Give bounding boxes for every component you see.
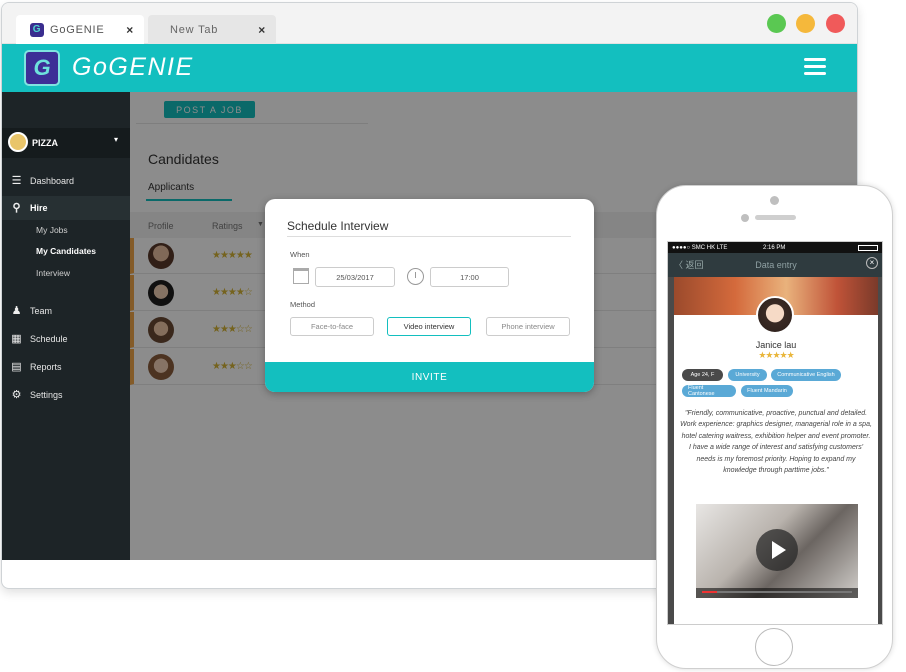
close-dot[interactable] [826, 14, 845, 33]
method-label: Method [290, 300, 316, 309]
org-avatar [8, 132, 28, 152]
sidebar-item-schedule[interactable]: ▦ Schedule [2, 327, 130, 351]
time-field[interactable]: 17:00 [430, 267, 509, 287]
stage: G GoGENIE × New Tab × G GoGENIE PIZZA ▾ [0, 0, 906, 672]
video-controls[interactable] [696, 588, 858, 598]
clock-icon[interactable] [407, 268, 424, 285]
phone-camera [741, 214, 749, 222]
method-phone-interview-button[interactable]: Phone interview [486, 317, 570, 336]
sidebar-item-hire[interactable]: ⚲ Hire [2, 196, 130, 220]
sidebar-item-label: My Jobs [36, 225, 68, 235]
close-icon[interactable]: × [866, 257, 878, 269]
org-name: PIZZA [32, 138, 58, 148]
nav-title: Data entry [755, 260, 797, 270]
minimize-dot[interactable] [767, 14, 786, 33]
sidebar-item-label: Team [30, 306, 53, 316]
tab-bar: G GoGENIE × New Tab × [2, 3, 857, 44]
reports-icon: ▤ [11, 361, 22, 373]
sidebar-item-label: Settings [30, 390, 63, 400]
phone-mockup: ●●●●○ SMC HK LTE 2:16 PM 〈 返回 Data entry… [656, 185, 893, 669]
phone-screen: ●●●●○ SMC HK LTE 2:16 PM 〈 返回 Data entry… [667, 241, 883, 625]
date-field[interactable]: 25/03/2017 [315, 267, 395, 287]
tag-mandarin: Fluent Mandarin [741, 385, 793, 397]
sidebar-item-label: Reports [30, 362, 62, 372]
tag-cantonese: Fluent Cantonese [682, 385, 736, 397]
tab-gogenie[interactable]: G GoGENIE × [16, 15, 144, 44]
app-header: G GoGENIE [2, 44, 857, 92]
hamburger-icon[interactable] [804, 58, 826, 76]
org-selector[interactable]: PIZZA ▾ [2, 128, 130, 158]
battery-icon [858, 244, 878, 251]
phone-sensor [770, 196, 779, 205]
close-tab-icon[interactable]: × [126, 23, 134, 37]
calendar-icon[interactable] [293, 268, 309, 284]
sidebar-item-label: Schedule [30, 334, 68, 344]
phone-speaker [755, 215, 796, 220]
rating-stars: ★★★★★ [758, 350, 794, 360]
team-icon: ♟ [11, 305, 22, 317]
status-bar: ●●●●○ SMC HK LTE 2:16 PM [668, 242, 882, 253]
gogenie-logo-icon: G [24, 50, 60, 86]
sidebar-item-interview[interactable]: Interview [2, 261, 130, 285]
sidebar-item-team[interactable]: ♟ Team [2, 299, 130, 323]
sidebar: PIZZA ▾ ☰ Dashboard ⚲ Hire My Jobs My Ca… [2, 92, 130, 560]
phone-nav-bar: 〈 返回 Data entry × [668, 253, 882, 277]
calendar-icon: ▦ [11, 333, 22, 345]
sidebar-item-label: Interview [36, 268, 71, 278]
home-button[interactable] [755, 628, 793, 666]
brand-name: GoGENIE [72, 53, 194, 81]
sidebar-item-label: Hire [30, 203, 48, 213]
tag-age: Age 24, F [682, 369, 723, 381]
method-video-interview-button[interactable]: Video interview [387, 317, 471, 336]
video-progress-fill [702, 591, 717, 593]
method-face-to-face-button[interactable]: Face-to-face [290, 317, 374, 336]
sidebar-item-settings[interactable]: ⚙ Settings [2, 383, 130, 407]
play-icon[interactable] [756, 529, 798, 571]
sidebar-item-label: My Candidates [36, 246, 96, 256]
screen-edge [878, 277, 882, 624]
close-tab-icon[interactable]: × [258, 23, 266, 37]
maximize-dot[interactable] [796, 14, 815, 33]
tab-title: New Tab [170, 23, 219, 36]
gogenie-logo-icon: G [30, 22, 44, 37]
divider [287, 236, 571, 237]
video-player[interactable] [696, 504, 858, 598]
candidate-description: "Friendly, communicative, proactive, pun… [680, 410, 872, 475]
sidebar-item-label: Dashboard [30, 176, 75, 186]
avatar [756, 296, 794, 334]
tab-new-tab[interactable]: New Tab × [148, 15, 276, 44]
gear-icon: ⚙ [11, 389, 22, 401]
sidebar-item-dashboard[interactable]: ☰ Dashboard [2, 169, 130, 193]
status-time: 2:16 PM [763, 244, 786, 251]
chevron-down-icon: ▾ [114, 135, 119, 144]
search-person-icon: ⚲ [12, 202, 21, 214]
schedule-interview-modal: Schedule Interview When 25/03/2017 17:00… [265, 199, 594, 392]
modal-title: Schedule Interview [287, 219, 389, 233]
tag-university: University [728, 369, 767, 381]
tab-title: GoGENIE [50, 23, 105, 36]
carrier-text: ●●●●○ SMC HK LTE [672, 244, 728, 251]
sidebar-item-reports[interactable]: ▤ Reports [2, 355, 130, 379]
tag-english: Communicative English [771, 369, 841, 381]
candidate-name: Janice lau [755, 340, 797, 350]
sidebar-item-my-candidates[interactable]: My Candidates [2, 239, 130, 263]
screen-edge [668, 277, 674, 624]
invite-button[interactable]: INVITE [265, 362, 594, 392]
when-label: When [290, 250, 310, 259]
dashboard-icon: ☰ [11, 175, 22, 187]
video-progress[interactable] [702, 591, 852, 593]
